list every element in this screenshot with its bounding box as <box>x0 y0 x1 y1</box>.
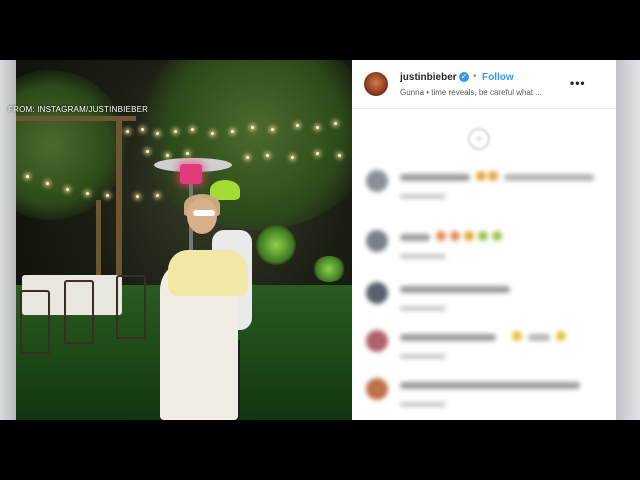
separator-dot: • <box>473 71 477 82</box>
comment-item <box>364 282 594 322</box>
comment-item <box>364 170 594 210</box>
comment-avatar <box>366 378 388 400</box>
comment-meta-blurred <box>400 194 446 199</box>
comment-item <box>364 378 594 418</box>
broadcast-frame: FROM: INSTAGRAM/JUSTINBIEBER justinbiebe… <box>0 60 640 420</box>
comment-avatar <box>366 230 388 252</box>
patio-heater-flame <box>180 164 202 184</box>
comment-meta-blurred <box>400 402 446 407</box>
chair <box>64 280 94 344</box>
comment-meta-blurred <box>400 354 446 359</box>
comment-avatar <box>366 330 388 352</box>
comment-text-blurred <box>400 286 510 293</box>
username[interactable]: justinbieber <box>400 72 457 83</box>
post-caption: Gunna • time reveals, be careful what ..… <box>400 88 542 97</box>
follow-button[interactable]: Follow <box>482 72 514 83</box>
comment-avatar <box>366 170 388 192</box>
plant <box>256 225 296 265</box>
chair <box>20 290 50 354</box>
pergola-post <box>116 116 122 286</box>
comment-item <box>364 330 594 370</box>
post-header: justinbieber ✓ • Follow Gunna • time rev… <box>352 60 616 109</box>
comment-meta-blurred <box>400 306 446 311</box>
more-options-icon[interactable]: ••• <box>570 76 586 90</box>
sunglasses <box>193 210 215 216</box>
plant <box>312 256 346 282</box>
comment-avatar <box>366 282 388 304</box>
add-comment-icon[interactable]: + <box>468 128 490 150</box>
letterbox-top <box>0 0 640 60</box>
source-watermark: FROM: INSTAGRAM/JUSTINBIEBER <box>8 105 149 114</box>
instagram-post-panel: justinbieber ✓ • Follow Gunna • time rev… <box>352 60 616 420</box>
background-left <box>0 60 16 420</box>
comment-item <box>364 230 594 270</box>
profile-avatar[interactable] <box>364 72 388 96</box>
comment-text-blurred <box>400 382 580 389</box>
comment-meta-blurred <box>400 254 446 259</box>
post-photo[interactable] <box>16 60 352 420</box>
tree-foliage <box>136 60 352 230</box>
background-right <box>616 60 640 420</box>
pergola-post <box>96 200 101 280</box>
chair <box>116 275 146 339</box>
comment-text-blurred <box>400 234 430 241</box>
yellow-wrap <box>168 250 248 296</box>
tree-foliage <box>16 70 126 220</box>
comment-text-blurred <box>400 174 470 181</box>
person-woman-head <box>187 198 217 234</box>
comment-text-blurred <box>400 334 496 341</box>
letterbox-bottom <box>0 420 640 480</box>
verified-badge-icon: ✓ <box>459 72 469 82</box>
